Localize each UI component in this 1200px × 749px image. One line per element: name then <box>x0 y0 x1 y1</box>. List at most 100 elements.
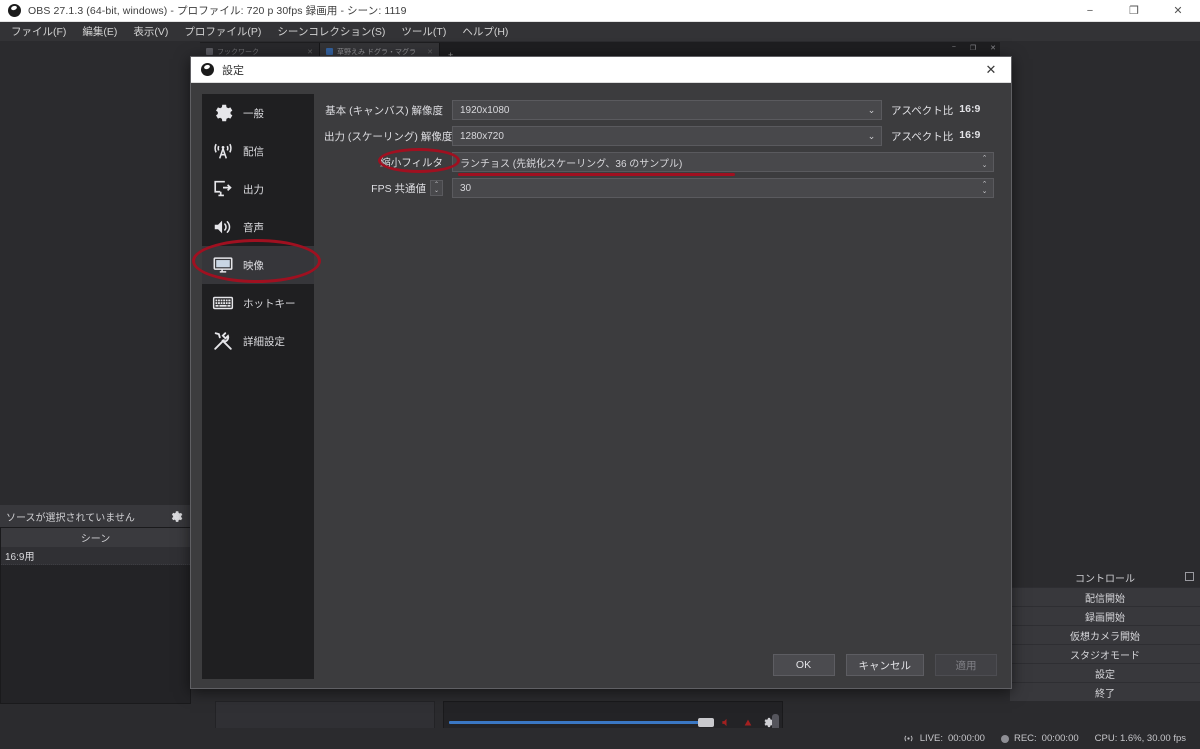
base-resolution-value: 1920x1080 <box>460 104 510 116</box>
start-recording-button[interactable]: 録画開始 <box>1010 606 1200 625</box>
dialog-titlebar: 設定 ✕ <box>191 57 1011 83</box>
settings-nav-video[interactable]: 映像 <box>202 246 314 284</box>
audio-lock-icon[interactable] <box>739 717 756 729</box>
settings-nav-label: 配信 <box>243 145 264 158</box>
video-settings-form: 基本 (キャンバス) 解像度 1920x1080 ⌄ アスペクト比 16:9 出… <box>324 99 994 199</box>
rec-label: REC: <box>1013 733 1037 744</box>
volume-knob[interactable] <box>698 718 714 727</box>
volume-track <box>449 721 700 724</box>
restore-button[interactable]: ❐ <box>1112 0 1156 22</box>
aspect-value: 16:9 <box>959 102 981 115</box>
status-cpu: CPU: 1.6%, 30.00 fps <box>1094 733 1186 744</box>
mute-icon[interactable] <box>718 717 735 729</box>
menu-edit[interactable]: 編集(E) <box>74 22 125 41</box>
list-item[interactable]: 16:9用 <box>1 547 190 565</box>
menu-scene-collection[interactable]: シーンコレクション(S) <box>269 22 393 41</box>
field-fps-common: FPS 共通値 ⌃ ⌄ 30 ⌃ ⌄ <box>324 177 994 199</box>
fps-mode-spinner-icon[interactable]: ⌃ ⌄ <box>430 180 443 196</box>
window-title: OBS 27.1.3 (64-bit, windows) - プロファイル: 7… <box>28 5 407 17</box>
undock-icon[interactable] <box>1185 572 1194 581</box>
settings-nav-label: 一般 <box>243 107 264 120</box>
broadcast-icon <box>904 735 913 742</box>
minimize-button[interactable]: − <box>1068 0 1112 22</box>
dialog-close-icon[interactable]: ✕ <box>971 57 1011 83</box>
apply-button: 適用 <box>935 654 997 676</box>
wrench-icon <box>211 329 235 353</box>
close-button[interactable]: ✕ <box>1156 0 1200 22</box>
spinner-arrows-icon[interactable]: ⌃ ⌄ <box>977 154 992 170</box>
tab-close-icon[interactable]: ✕ <box>427 48 433 56</box>
menu-profile[interactable]: プロファイル(P) <box>176 22 269 41</box>
monitor-icon <box>211 253 235 277</box>
menu-tools[interactable]: ツール(T) <box>393 22 454 41</box>
cancel-button[interactable]: キャンセル <box>845 654 924 676</box>
start-virtual-camera-button[interactable]: 仮想カメラ開始 <box>1010 625 1200 644</box>
fps-common-value: 30 <box>460 182 472 194</box>
gear-icon[interactable] <box>168 508 185 525</box>
window-titlebar: OBS 27.1.3 (64-bit, windows) - プロファイル: 7… <box>0 0 1200 22</box>
exit-button[interactable]: 終了 <box>1010 682 1200 701</box>
sources-dock-header: ソースが選択されていません <box>0 505 191 527</box>
field-output-resolution: 出力 (スケーリング) 解像度 1280x720 ⌄ アスペクト比 16:9 <box>324 125 994 147</box>
base-resolution-label: 基本 (キャンバス) 解像度 <box>325 104 443 117</box>
output-resolution-combo[interactable]: 1280x720 ⌄ <box>452 126 882 146</box>
status-bar: LIVE: 00:00:00 REC: 00:00:00 CPU: 1.6%, … <box>0 728 1200 749</box>
bg-restore-icon[interactable]: ❐ <box>970 44 976 52</box>
annotation-underline-downscale-value <box>458 173 735 176</box>
speaker-icon <box>211 215 235 239</box>
keyboard-icon <box>211 291 235 315</box>
field-downscale-filter: 縮小フィルタ ランチョス (先鋭化スケーリング、36 のサンプル) ⌃ ⌄ <box>324 148 994 176</box>
aspect-value: 16:9 <box>959 128 981 141</box>
dialog-button-row: OK キャンセル 適用 <box>772 654 997 676</box>
aspect-label: アスペクト比 <box>891 130 954 143</box>
window-controls: − ❐ ✕ <box>1068 0 1200 22</box>
tab-close-icon[interactable]: ✕ <box>307 48 313 56</box>
gear-icon <box>211 101 235 125</box>
downscale-filter-value: ランチョス (先鋭化スケーリング、36 のサンプル) <box>460 158 683 170</box>
chevron-down-icon[interactable]: ⌄ <box>862 127 881 145</box>
fps-common-label: FPS 共通値 <box>371 182 426 195</box>
menu-help[interactable]: ヘルプ(H) <box>454 22 516 41</box>
downscale-filter-combo[interactable]: ランチョス (先鋭化スケーリング、36 のサンプル) ⌃ ⌄ <box>452 152 994 172</box>
settings-nav-label: 出力 <box>243 183 264 196</box>
dialog-title: 設定 <box>222 64 244 77</box>
base-resolution-combo[interactable]: 1920x1080 ⌄ <box>452 100 882 120</box>
record-dot-icon <box>1000 734 1009 743</box>
scenes-dock: シーン 16:9用 <box>0 527 191 704</box>
settings-nav-general[interactable]: 一般 <box>202 94 314 132</box>
bg-close-icon[interactable]: ✕ <box>990 44 996 52</box>
obs-dialog-icon <box>201 63 214 76</box>
aspect-label: アスペクト比 <box>891 104 954 117</box>
live-label: LIVE: <box>919 733 943 744</box>
spinner-arrows-icon[interactable]: ⌃ ⌄ <box>977 180 992 196</box>
menubar: ファイル(F) 編集(E) 表示(V) プロファイル(P) シーンコレクション(… <box>0 22 1200 41</box>
start-streaming-button[interactable]: 配信開始 <box>1010 587 1200 606</box>
bg-minimize-icon[interactable]: − <box>952 44 956 52</box>
menu-file[interactable]: ファイル(F) <box>3 22 74 41</box>
menu-view[interactable]: 表示(V) <box>125 22 176 41</box>
chevron-down-icon[interactable]: ⌄ <box>862 101 881 119</box>
controls-dock-title: コントロール <box>1075 574 1135 585</box>
settings-nav-advanced[interactable]: 詳細設定 <box>202 322 314 360</box>
settings-button[interactable]: 設定 <box>1010 663 1200 682</box>
fps-common-combo[interactable]: 30 ⌃ ⌄ <box>452 178 994 198</box>
settings-nav-hotkeys[interactable]: ホットキー <box>202 284 314 322</box>
studio-mode-button[interactable]: スタジオモード <box>1010 644 1200 663</box>
settings-nav-stream[interactable]: 配信 <box>202 132 314 170</box>
live-time: 00:00:00 <box>947 733 985 744</box>
background-tab-label: フックワーク <box>217 48 259 56</box>
output-resolution-label: 出力 (スケーリング) 解像度 <box>324 130 453 143</box>
settings-dialog: 設定 ✕ 一般 配信 出力 音声 映像 ホットキー 詳細設定 基本 (キャンバス… <box>190 56 1012 689</box>
ok-button[interactable]: OK <box>772 654 835 676</box>
tab-favicon-icon <box>206 48 213 55</box>
settings-nav-label: 映像 <box>243 259 264 272</box>
settings-nav-output[interactable]: 出力 <box>202 170 314 208</box>
background-tab-label: 草野えみ ドグラ・マグラ <box>337 48 416 56</box>
source-status-text: ソースが選択されていません <box>6 512 135 524</box>
output-icon <box>211 177 235 201</box>
status-live: LIVE: 00:00:00 <box>902 733 985 744</box>
broadcast-icon <box>211 139 235 163</box>
obs-app-icon <box>8 4 21 17</box>
field-base-resolution: 基本 (キャンバス) 解像度 1920x1080 ⌄ アスペクト比 16:9 <box>324 99 994 121</box>
settings-nav-audio[interactable]: 音声 <box>202 208 314 246</box>
